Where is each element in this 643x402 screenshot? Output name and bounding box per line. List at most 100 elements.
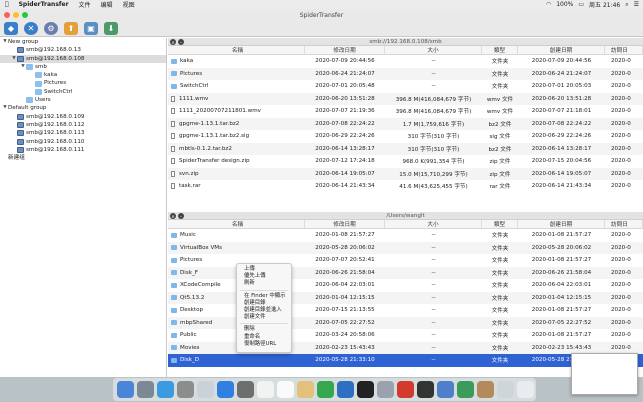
- safari-icon[interactable]: [157, 381, 174, 398]
- trash-icon[interactable]: [517, 381, 534, 398]
- pane-collapse-icon[interactable]: –: [178, 213, 184, 219]
- app-store-icon[interactable]: [217, 381, 234, 398]
- battery-percent[interactable]: 100%: [556, 1, 573, 8]
- col-name[interactable]: 名稱: [168, 46, 305, 54]
- col-created[interactable]: 創建日期: [518, 46, 605, 54]
- search-icon[interactable]: ⌕: [625, 1, 628, 9]
- file-created-cell: 2020-06-24 21:24:07: [531, 70, 592, 77]
- tree-item[interactable]: smb@192.168.0.110: [0, 138, 166, 146]
- menu-edit[interactable]: 编辑: [96, 0, 118, 9]
- col-modified[interactable]: 修改日期: [305, 220, 385, 228]
- file-type-cell: sig 文件: [489, 134, 511, 141]
- tree-item[interactable]: Pictures: [0, 79, 166, 87]
- menu-file[interactable]: 文件: [74, 0, 96, 9]
- input-method-icon[interactable]: [397, 381, 414, 398]
- connect-icon[interactable]: ◆: [4, 22, 18, 35]
- menu-list-icon[interactable]: ☰: [634, 1, 639, 8]
- calendar-icon[interactable]: [277, 381, 294, 398]
- file-row[interactable]: kaka 2020-07-09 20:44:56 -- 文件夹 2020-07-09 2…: [168, 55, 643, 68]
- menu-view[interactable]: 视图: [118, 0, 140, 9]
- chrome-icon[interactable]: [437, 381, 454, 398]
- screenshot-thumbnail[interactable]: [571, 353, 638, 395]
- col-type[interactable]: 類型: [482, 46, 518, 54]
- file-row[interactable]: Pictures 2020-06-24 21:24:07 -- 文件夹 2020-06-…: [168, 67, 643, 80]
- close-window-button[interactable]: [4, 12, 10, 18]
- tree-item[interactable]: 新建组: [0, 154, 166, 162]
- tree-item[interactable]: ▼ smb: [0, 63, 166, 71]
- notes-icon[interactable]: [257, 381, 274, 398]
- file-acc-cell: 2020-0: [611, 120, 631, 127]
- col-size[interactable]: 大小: [385, 220, 482, 228]
- context-menu-item[interactable]: 刷新: [237, 280, 291, 287]
- archive-icon[interactable]: [477, 381, 494, 398]
- col-size[interactable]: 大小: [385, 46, 482, 54]
- xcode-icon[interactable]: [337, 381, 354, 398]
- tree-item[interactable]: smb@192.168.0.109: [0, 113, 166, 121]
- battery-icon[interactable]: ▭: [578, 1, 584, 8]
- toolbar: ◆ ✕ ⚙ ⬆ ▣ ⬇: [0, 21, 643, 37]
- qt-creator-icon[interactable]: [317, 381, 334, 398]
- tree-item[interactable]: ▼ Default group: [0, 104, 166, 112]
- col-accessed[interactable]: 訪問日: [605, 46, 643, 54]
- col-type[interactable]: 類型: [482, 220, 518, 228]
- file-row[interactable]: gpgme-1.13.1.tar.bz2 2020-07-08 22:24:22 1…: [168, 117, 643, 130]
- tree-item-label: smb@192.168.0.110: [26, 138, 85, 145]
- file-row[interactable]: 1111.wmv 2020-06-20 13:51:28 396.8 M(416,0…: [168, 92, 643, 105]
- file-row[interactable]: gpgme-1.13.1.tar.bz2.sig 2020-06-29 22:24…: [168, 130, 643, 143]
- tree-item[interactable]: smb@192.168.0.111: [0, 146, 166, 154]
- preview-icon[interactable]: [197, 381, 214, 398]
- photo-app-icon[interactable]: [237, 381, 254, 398]
- col-name[interactable]: 名稱: [168, 220, 305, 228]
- virtualbox-icon[interactable]: [377, 381, 394, 398]
- menu-app-name[interactable]: SpiderTransfer: [14, 1, 74, 8]
- tree-item[interactable]: ▼ smb@192.168.0.108: [0, 54, 166, 63]
- context-menu-item[interactable]: 重命名: [237, 334, 291, 341]
- tree-item[interactable]: smb@192.168.0.113: [0, 129, 166, 137]
- terminal-icon[interactable]: [357, 381, 374, 398]
- pane-close-icon[interactable]: ✕: [170, 39, 176, 45]
- col-accessed[interactable]: 訪問日: [605, 220, 643, 228]
- launchpad-icon[interactable]: [137, 381, 154, 398]
- pane-collapse-icon[interactable]: –: [178, 39, 184, 45]
- system-preferences-icon[interactable]: [177, 381, 194, 398]
- context-menu-item[interactable]: 刪除: [237, 326, 291, 333]
- download-icon[interactable]: ⬇: [104, 22, 118, 35]
- downloads-icon[interactable]: [497, 381, 514, 398]
- file-row[interactable]: mbtls-0.1.2.tar.bz2 2020-06-14 13:28:17 31…: [168, 142, 643, 155]
- spidertransfer-icon[interactable]: [457, 381, 474, 398]
- zoom-window-button[interactable]: [22, 12, 28, 18]
- col-created[interactable]: 創建日期: [518, 220, 605, 228]
- tree-item[interactable]: kaka: [0, 71, 166, 79]
- context-menu-item[interactable]: 復制路徑URL: [237, 341, 291, 348]
- wifi-icon[interactable]: ◠: [546, 1, 551, 8]
- file-type-cell: wmv 文件: [486, 109, 514, 116]
- clock[interactable]: 周五 21:46: [589, 0, 620, 9]
- context-menu-item[interactable]: 創建目錄: [237, 300, 291, 307]
- finder-icon[interactable]: [117, 381, 134, 398]
- close-icon[interactable]: ✕: [24, 22, 38, 35]
- stickies-icon[interactable]: [297, 381, 314, 398]
- monitor-icon[interactable]: ▣: [84, 22, 98, 35]
- pane-close-icon[interactable]: ✕: [170, 213, 176, 219]
- settings-icon[interactable]: ⚙: [44, 22, 58, 35]
- activity-monitor-icon[interactable]: [417, 381, 434, 398]
- file-row[interactable]: svn.zip 2020-06-14 19:05:07 15.0 M(15,710,…: [168, 167, 643, 180]
- apple-icon[interactable]: : [0, 1, 14, 8]
- minimize-window-button[interactable]: [13, 12, 19, 18]
- tree-item[interactable]: smb@192.168.0.13: [0, 46, 166, 54]
- tree-item[interactable]: ▼ New group: [0, 38, 166, 46]
- file-row[interactable]: Music 2020-01-08 21:57:27 -- 文件夹 2020-01-08 …: [168, 229, 643, 242]
- upload-icon[interactable]: ⬆: [64, 22, 78, 35]
- file-row[interactable]: SpiderTransfer design.zip 2020-07-12 17:2…: [168, 155, 643, 168]
- file-row[interactable]: 1111_20200707211801.wmv 2020-07-07 21:19:…: [168, 105, 643, 118]
- tree-item[interactable]: SwitchCtrl: [0, 88, 166, 96]
- context-menu-item[interactable]: 創建文件: [237, 314, 291, 321]
- context-menu-item[interactable]: 在 Finder 中顯示: [237, 293, 291, 300]
- tree-item[interactable]: Users: [0, 96, 166, 104]
- file-row[interactable]: SwitchCtrl 2020-07-01 20:05:48 -- 文件夹 2020-0…: [168, 80, 643, 93]
- file-row[interactable]: task.rar 2020-06-14 21:43:34 41.6 M(43,625…: [168, 180, 643, 193]
- col-modified[interactable]: 修改日期: [305, 46, 385, 54]
- file-date-cell: 2020-07-15 21:13:55: [315, 307, 375, 314]
- file-row[interactable]: VirtualBox VMs 2020-05-28 20:06:02 -- 文件夹 20…: [168, 241, 643, 254]
- tree-item[interactable]: smb@192.168.0.112: [0, 121, 166, 129]
